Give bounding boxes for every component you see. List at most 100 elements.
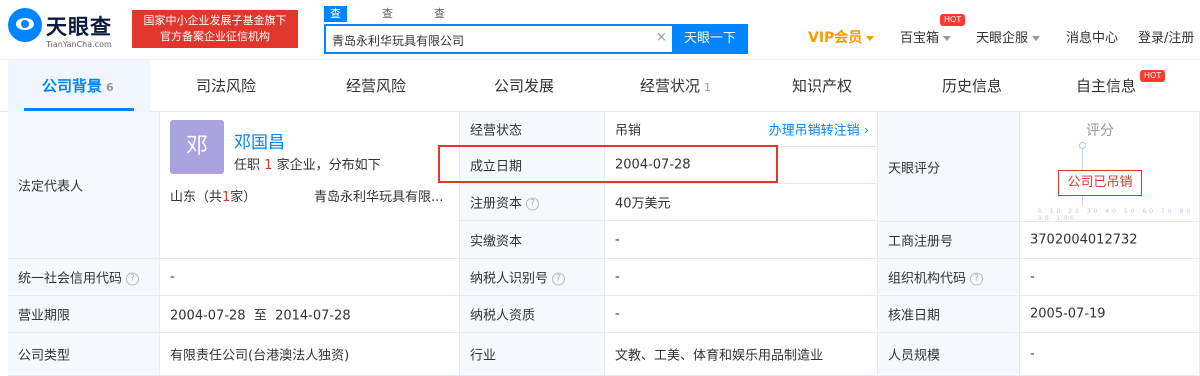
- hot-badge: HOT: [1140, 70, 1166, 82]
- search-tab-company[interactable]: 查公司: [324, 6, 347, 52]
- status-label: 经营状态: [470, 123, 523, 139]
- tab-label: 司法风险: [196, 77, 257, 95]
- clear-icon[interactable]: ×: [656, 30, 667, 45]
- score-title: 评分: [1086, 123, 1114, 139]
- industry-value-cell: 文教、工美、体育和娱乐用品制造业: [605, 333, 878, 376]
- tab-ip[interactable]: 知识产权: [792, 60, 852, 112]
- credit-label-wrap: 统一社会信用代码?: [18, 268, 140, 287]
- region-text: 山东（共: [170, 190, 223, 205]
- tab-development[interactable]: 公司发展: [494, 60, 554, 112]
- credit-value: -: [170, 269, 175, 285]
- taxid-value: -: [615, 269, 620, 285]
- search-button[interactable]: 天眼一下: [672, 24, 748, 54]
- paid-value: -: [615, 232, 620, 247]
- baibao-label: 百宝箱: [900, 31, 940, 46]
- link-text: 办理吊销转注销: [768, 123, 860, 139]
- avatar[interactable]: 邓: [170, 120, 224, 174]
- legal-rep-name-link[interactable]: 邓国昌: [234, 128, 285, 153]
- logo-name: 天眼查: [46, 15, 112, 39]
- paid-value-cell: -: [605, 221, 878, 259]
- legal-rep-description: 任职 1 家企业，分布如下: [234, 154, 381, 173]
- tab-operating-status[interactable]: 经营状况 1: [640, 60, 711, 112]
- official-badge: 国家中小企业发展子基金旗下 官方备案企业征信机构: [132, 10, 298, 48]
- rep-desc-count: 1: [264, 158, 273, 173]
- tab-company-background[interactable]: 公司背景 6: [42, 60, 114, 112]
- messages-link[interactable]: 消息中心: [1066, 27, 1118, 46]
- staff-label: 人员规模: [888, 348, 941, 364]
- reg-no-value: 3702004012732: [1030, 232, 1138, 248]
- rep-desc-text: 家企业，分布如下: [276, 158, 381, 173]
- search-box: × 天眼一下: [324, 24, 748, 54]
- reg-no-label-cell: 工商注册号: [878, 222, 1020, 259]
- chevron-down-icon: [1032, 36, 1041, 41]
- approve-label: 核准日期: [888, 308, 941, 324]
- type-label: 公司类型: [18, 348, 71, 364]
- tab-count: 6: [106, 81, 114, 94]
- org-label: 组织机构代码: [888, 271, 967, 287]
- legal-rep-label-cell: 法定代表人: [8, 112, 160, 259]
- reg-no-value-cell: 3702004012732: [1020, 222, 1200, 259]
- taxid-value-cell: -: [605, 259, 878, 296]
- taxpayer-value: -: [615, 306, 620, 322]
- baibao-menu[interactable]: 百宝箱: [900, 27, 952, 46]
- revoke-to-cancel-link[interactable]: 办理吊销转注销 ›: [769, 120, 869, 139]
- top-header: 天眼查 TianYanCha.com 国家中小企业发展子基金旗下 官方备案企业征…: [0, 0, 1200, 60]
- capital-value: 40万美元: [615, 196, 671, 212]
- score-marker-dot: [1079, 142, 1086, 149]
- legal-rep-company-link[interactable]: 青岛永利华玩具有限...: [314, 186, 443, 205]
- tab-history[interactable]: 历史信息: [942, 60, 1002, 112]
- revoked-stamp: 公司已吊销: [1058, 170, 1142, 196]
- paid-label-cell: 实缴资本: [460, 221, 605, 259]
- tianyan-score-label-cell: 天眼评分: [878, 112, 1020, 222]
- tab-operating-risk[interactable]: 经营风险: [346, 60, 406, 112]
- chevron-down-icon: [943, 36, 952, 41]
- badge-line-1: 国家中小企业发展子基金旗下: [143, 14, 287, 27]
- paid-label: 实缴资本: [470, 234, 523, 249]
- type-label-cell: 公司类型: [8, 333, 160, 376]
- approve-value: 2005-07-19: [1030, 306, 1106, 322]
- chevron-down-icon: [866, 36, 875, 41]
- tab-label: 经营状况: [640, 77, 701, 95]
- region-text: 家）: [230, 190, 257, 205]
- score-axis: 0 10 20 30 40 50 60 70 80 90 100: [1038, 208, 1194, 222]
- search-tab-relation[interactable]: 查关系: [428, 6, 451, 52]
- taxid-label-wrap: 纳税人识别号?: [470, 268, 566, 287]
- help-icon[interactable]: ?: [526, 197, 540, 211]
- status-label-cell: 经营状态: [460, 112, 605, 147]
- qiban-label: 天眼企服: [976, 31, 1029, 46]
- search-input[interactable]: [332, 30, 652, 50]
- taxpayer-label: 纳税人资质: [470, 308, 536, 324]
- tab-self-info[interactable]: 自主信息: [1076, 60, 1136, 112]
- rep-desc-text: 任职: [234, 158, 261, 173]
- tab-label: 公司发展: [494, 77, 555, 95]
- vip-menu[interactable]: VIP会员: [808, 27, 875, 47]
- credit-label: 统一社会信用代码: [18, 271, 123, 287]
- tianyan-score-widget[interactable]: 评分 公司已吊销 0 10 20 30 40 50 60 70 80 90 10…: [1020, 112, 1200, 222]
- industry-label: 行业: [470, 348, 497, 364]
- legal-rep-region[interactable]: 山东（共1家）: [170, 186, 256, 205]
- industry-label-cell: 行业: [460, 333, 605, 376]
- tab-legal-risk[interactable]: 司法风险: [196, 60, 256, 112]
- eye-logo-icon: [8, 8, 42, 42]
- industry-value: 文教、工美、体育和娱乐用品制造业: [615, 348, 824, 364]
- term-value: 2004-07-28 至 2014-07-28: [170, 308, 351, 324]
- help-icon[interactable]: ?: [970, 272, 984, 286]
- help-icon[interactable]: ?: [126, 272, 140, 286]
- section-tabs: 公司背景 6 司法风险 经营风险 公司发展 经营状况 1 知识产权 历史信息 自主信…: [0, 60, 1200, 112]
- org-value-cell: -: [1020, 259, 1200, 296]
- login-link[interactable]: 登录/注册: [1138, 27, 1194, 46]
- help-icon[interactable]: ?: [552, 272, 566, 286]
- term-label-cell: 营业期限: [8, 296, 160, 333]
- org-value: -: [1030, 269, 1035, 285]
- staff-value: -: [1030, 346, 1035, 362]
- founded-date-highlight-box: [438, 145, 778, 183]
- active-tab-underline: [24, 108, 134, 111]
- qiban-menu[interactable]: 天眼企服: [976, 27, 1041, 46]
- search-tab-boss[interactable]: 查老板: [376, 6, 399, 52]
- badge-line-2: 官方备案企业征信机构: [160, 30, 270, 43]
- taxid-label-cell: 纳税人识别号?: [460, 259, 605, 296]
- tianyan-score-label: 天眼评分: [888, 161, 941, 176]
- taxpayer-value-cell: -: [605, 296, 878, 333]
- logo-domain: TianYanCha.com: [46, 40, 112, 49]
- tianyancha-logo[interactable]: 天眼查 TianYanCha.com: [8, 8, 128, 52]
